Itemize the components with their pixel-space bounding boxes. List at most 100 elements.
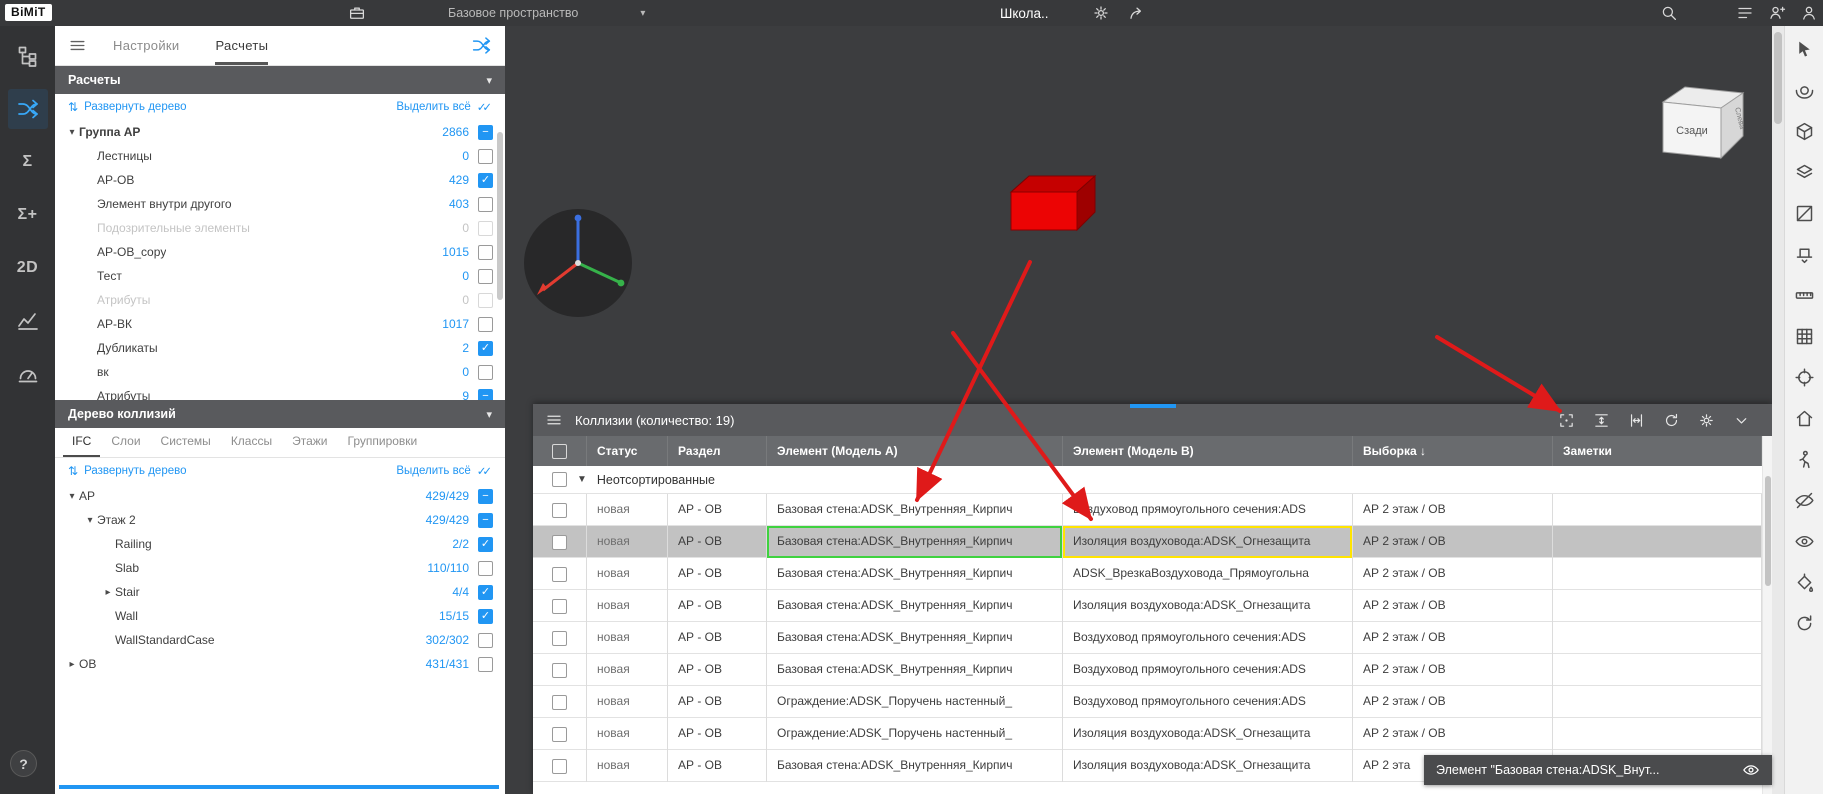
- model-tree-button[interactable]: [8, 36, 48, 76]
- subtab-layers[interactable]: Слои: [102, 428, 149, 457]
- notes-cell[interactable]: [1553, 590, 1762, 622]
- model-b-cell[interactable]: Воздуховод прямоугольного сечения:ADS: [1063, 494, 1353, 526]
- tab-settings[interactable]: Настройки: [113, 26, 179, 65]
- sum-add-button[interactable]: Σ+: [8, 195, 48, 235]
- model-element-red-box[interactable]: [1001, 166, 1121, 251]
- projects-icon[interactable]: [348, 4, 366, 22]
- measure-button[interactable]: [1789, 280, 1819, 310]
- select-all-checkbox[interactable]: [552, 444, 567, 459]
- checkbox[interactable]: [552, 567, 567, 582]
- notes-cell[interactable]: [1553, 494, 1762, 526]
- row-checkbox-cell[interactable]: [533, 590, 587, 622]
- subtab-ifc[interactable]: IFC: [63, 428, 100, 457]
- model-a-cell[interactable]: Базовая стена:ADSK_Внутренняя_Кирпич: [767, 622, 1063, 654]
- expander-icon[interactable]: ▾: [83, 515, 97, 526]
- subtab-floors[interactable]: Этажи: [283, 428, 336, 457]
- collision-row-2[interactable]: новая АР - ОВ Базовая стена:ADSK_Внутрен…: [533, 526, 1762, 558]
- calculations-section-header[interactable]: Расчеты ▾: [55, 66, 505, 94]
- collision-row-7[interactable]: новая АР - ОВ Ограждение:ADSK_Поручень н…: [533, 686, 1762, 718]
- section-box-button[interactable]: [1789, 239, 1819, 269]
- help-button[interactable]: ?: [10, 750, 37, 777]
- calc-tree-item-4[interactable]: Подозрительные элементы 0: [55, 216, 505, 240]
- model-a-cell[interactable]: Базовая стена:ADSK_Внутренняя_Кирпич: [767, 558, 1063, 590]
- calc-tree-item-3[interactable]: Элемент внутри другого 403: [55, 192, 505, 216]
- eye-icon[interactable]: [1742, 761, 1760, 779]
- collision-tree-item-7[interactable]: ▸ ОВ 431/431: [55, 652, 505, 676]
- clash-panel-icon[interactable]: [471, 35, 492, 56]
- checkbox[interactable]: [478, 561, 493, 576]
- checkbox[interactable]: [478, 149, 493, 164]
- collision-tree-item-2[interactable]: Railing 2/2 ✓: [55, 532, 505, 556]
- checkbox[interactable]: [478, 197, 493, 212]
- checkbox[interactable]: [478, 317, 493, 332]
- notes-cell[interactable]: [1553, 622, 1762, 654]
- checkbox[interactable]: [478, 293, 493, 308]
- horizontal-scrollbar[interactable]: [59, 785, 499, 789]
- row-checkbox-cell[interactable]: [533, 526, 587, 558]
- column-header-2[interactable]: Элемент (Модель A): [767, 436, 1063, 466]
- notes-cell[interactable]: [1553, 686, 1762, 718]
- model-b-cell[interactable]: Воздуховод прямоугольного сечения:ADS: [1063, 686, 1353, 718]
- select-all-link[interactable]: Выделить всё ✓✓: [396, 100, 492, 114]
- workspace-selector[interactable]: Базовое пространство ▾: [448, 0, 645, 26]
- calc-tree-item-9[interactable]: Дубликаты 2 ✓: [55, 336, 505, 360]
- fit-columns-icon[interactable]: [1628, 412, 1645, 429]
- checkbox[interactable]: [478, 633, 493, 648]
- collision-row-1[interactable]: новая АР - ОВ Базовая стена:ADSK_Внутрен…: [533, 494, 1762, 526]
- checkbox[interactable]: [478, 221, 493, 236]
- collision-tree-item-6[interactable]: WallStandardCase 302/302: [55, 628, 505, 652]
- search-icon[interactable]: [1660, 4, 1678, 22]
- collision-tree-item-1[interactable]: ▾ Этаж 2 429/429 −: [55, 508, 505, 532]
- checkbox[interactable]: ✓: [478, 537, 493, 552]
- row-checkbox-cell[interactable]: [533, 622, 587, 654]
- model-b-cell[interactable]: Воздуховод прямоугольного сечения:ADS: [1063, 654, 1353, 686]
- tab-calculations[interactable]: Расчеты: [215, 26, 268, 65]
- model-b-cell[interactable]: Воздуховод прямоугольного сечения:ADS: [1063, 622, 1353, 654]
- row-checkbox-cell[interactable]: [533, 494, 587, 526]
- expander-icon[interactable]: ▸: [65, 659, 79, 670]
- view-cube-button[interactable]: [1789, 116, 1819, 146]
- walk-mode-button[interactable]: [1789, 444, 1819, 474]
- model-a-cell[interactable]: Базовая стена:ADSK_Внутренняя_Кирпич: [767, 526, 1063, 558]
- home-view-button[interactable]: [1789, 403, 1819, 433]
- add-user-icon[interactable]: [1768, 4, 1786, 22]
- select-tool-button[interactable]: [1789, 34, 1819, 64]
- calc-tree-item-6[interactable]: Тест 0: [55, 264, 505, 288]
- row-checkbox-cell[interactable]: [533, 686, 587, 718]
- calc-tree-item-11[interactable]: Атрибуты 9 −: [55, 384, 505, 400]
- scrollbar-thumb[interactable]: [1774, 32, 1782, 124]
- expander-icon[interactable]: ▾: [65, 127, 79, 138]
- row-checkbox-cell[interactable]: [533, 558, 587, 590]
- navigation-cube[interactable]: Сзади Слева: [1651, 74, 1755, 170]
- menu-list-icon[interactable]: [1736, 4, 1754, 22]
- header-checkbox-cell[interactable]: [533, 436, 587, 466]
- calc-tree-item-5[interactable]: АР-ОВ_copy 1015: [55, 240, 505, 264]
- collision-row-3[interactable]: новая АР - ОВ Базовая стена:ADSK_Внутрен…: [533, 558, 1762, 590]
- layers-button[interactable]: [1789, 157, 1819, 187]
- model-a-cell[interactable]: Базовая стена:ADSK_Внутренняя_Кирпич: [767, 590, 1063, 622]
- row-checkbox-cell[interactable]: [533, 654, 587, 686]
- fit-rows-icon[interactable]: [1593, 412, 1610, 429]
- focus-button[interactable]: [1789, 362, 1819, 392]
- hide-elements-button[interactable]: [1789, 485, 1819, 515]
- expander-icon[interactable]: ▾: [65, 491, 79, 502]
- checkbox[interactable]: [552, 599, 567, 614]
- select-frame-icon[interactable]: [1558, 412, 1575, 429]
- expand-tree-link[interactable]: ⇅ Развернуть дерево: [68, 464, 187, 478]
- grid-button[interactable]: [1789, 321, 1819, 351]
- checkbox[interactable]: [552, 631, 567, 646]
- checkbox[interactable]: [478, 269, 493, 284]
- model-a-cell[interactable]: Базовая стена:ADSK_Внутренняя_Кирпич: [767, 654, 1063, 686]
- appearance-button[interactable]: [1789, 567, 1819, 597]
- collisions-menu-icon[interactable]: [545, 411, 563, 429]
- collision-tree-item-5[interactable]: Wall 15/15 ✓: [55, 604, 505, 628]
- notes-cell[interactable]: [1553, 718, 1762, 750]
- column-header-4[interactable]: Выборка ↓: [1353, 436, 1553, 466]
- collision-tree-item-3[interactable]: Slab 110/110: [55, 556, 505, 580]
- expand-tree-link[interactable]: ⇅ Развернуть дерево: [68, 100, 187, 114]
- model-b-cell[interactable]: Изоляция воздуховода:ADSK_Огнезащита: [1063, 718, 1353, 750]
- refresh-icon[interactable]: [1663, 412, 1680, 429]
- row-checkbox-cell[interactable]: [533, 750, 587, 782]
- model-a-cell[interactable]: Базовая стена:ADSK_Внутренняя_Кирпич: [767, 494, 1063, 526]
- checkbox[interactable]: [552, 663, 567, 678]
